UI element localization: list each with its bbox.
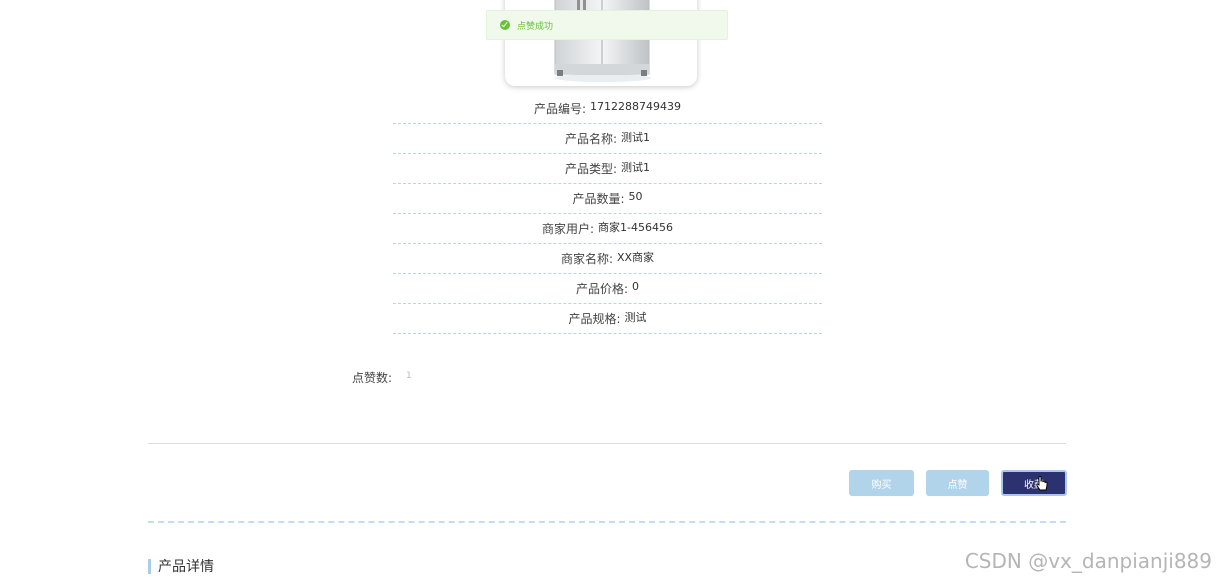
info-value: 测试1 bbox=[621, 160, 651, 174]
hand-cursor-icon bbox=[1036, 476, 1048, 491]
info-value: 测试1 bbox=[621, 130, 651, 144]
info-row-product-quantity: 产品数量: 50 bbox=[393, 184, 822, 214]
like-button[interactable]: 点赞 bbox=[926, 470, 989, 496]
info-label: 产品数量: bbox=[572, 192, 625, 206]
like-count-label: 点赞数: bbox=[352, 371, 393, 385]
info-label: 产品编号: bbox=[533, 102, 587, 116]
buy-button[interactable]: 购买 bbox=[849, 470, 914, 496]
success-toast: 点赞成功 bbox=[486, 10, 728, 40]
info-value: 50 bbox=[628, 190, 643, 203]
section-title-details: 产品详情 bbox=[148, 556, 214, 576]
info-label: 产品类型: bbox=[564, 162, 618, 176]
info-row-product-id: 产品编号: 1712288749439 bbox=[393, 94, 822, 124]
info-label: 产品规格: bbox=[568, 312, 621, 326]
check-circle-icon bbox=[500, 20, 510, 30]
info-value: 1712288749439 bbox=[590, 100, 682, 113]
divider bbox=[148, 443, 1066, 444]
info-label: 产品名称: bbox=[564, 132, 618, 146]
info-row-product-price: 产品价格: 0 bbox=[393, 274, 822, 304]
info-row-merchant-name: 商家名称: XX商家 bbox=[393, 244, 822, 274]
section-title-bar bbox=[148, 558, 151, 574]
dashed-divider bbox=[148, 521, 1066, 523]
info-label: 商家用户: bbox=[541, 222, 595, 236]
section-title-text: 产品详情 bbox=[158, 559, 214, 575]
info-value: XX商家 bbox=[616, 250, 655, 264]
info-row-merchant-user: 商家用户: 商家1-456456 bbox=[393, 214, 822, 244]
info-label: 商家名称: bbox=[560, 252, 613, 266]
info-row-product-spec: 产品规格: 测试 bbox=[393, 304, 822, 334]
info-row-product-type: 产品类型: 测试1 bbox=[393, 154, 822, 184]
favorite-button[interactable]: 收藏 bbox=[1001, 470, 1067, 496]
watermark: CSDN @vx_danpianji889 bbox=[964, 549, 1212, 573]
info-row-product-name: 产品名称: 测试1 bbox=[393, 124, 822, 154]
like-count-value: 1 bbox=[406, 370, 412, 381]
info-value: 商家1-456456 bbox=[598, 220, 673, 234]
like-count: 点赞数: 1 bbox=[352, 369, 412, 386]
product-info-list: 产品编号: 1712288749439 产品名称: 测试1 产品类型: 测试1 … bbox=[393, 94, 822, 334]
info-label: 产品价格: bbox=[575, 282, 629, 296]
info-value: 0 bbox=[632, 280, 640, 293]
info-value: 测试 bbox=[624, 310, 647, 324]
toast-message: 点赞成功 bbox=[517, 21, 554, 32]
